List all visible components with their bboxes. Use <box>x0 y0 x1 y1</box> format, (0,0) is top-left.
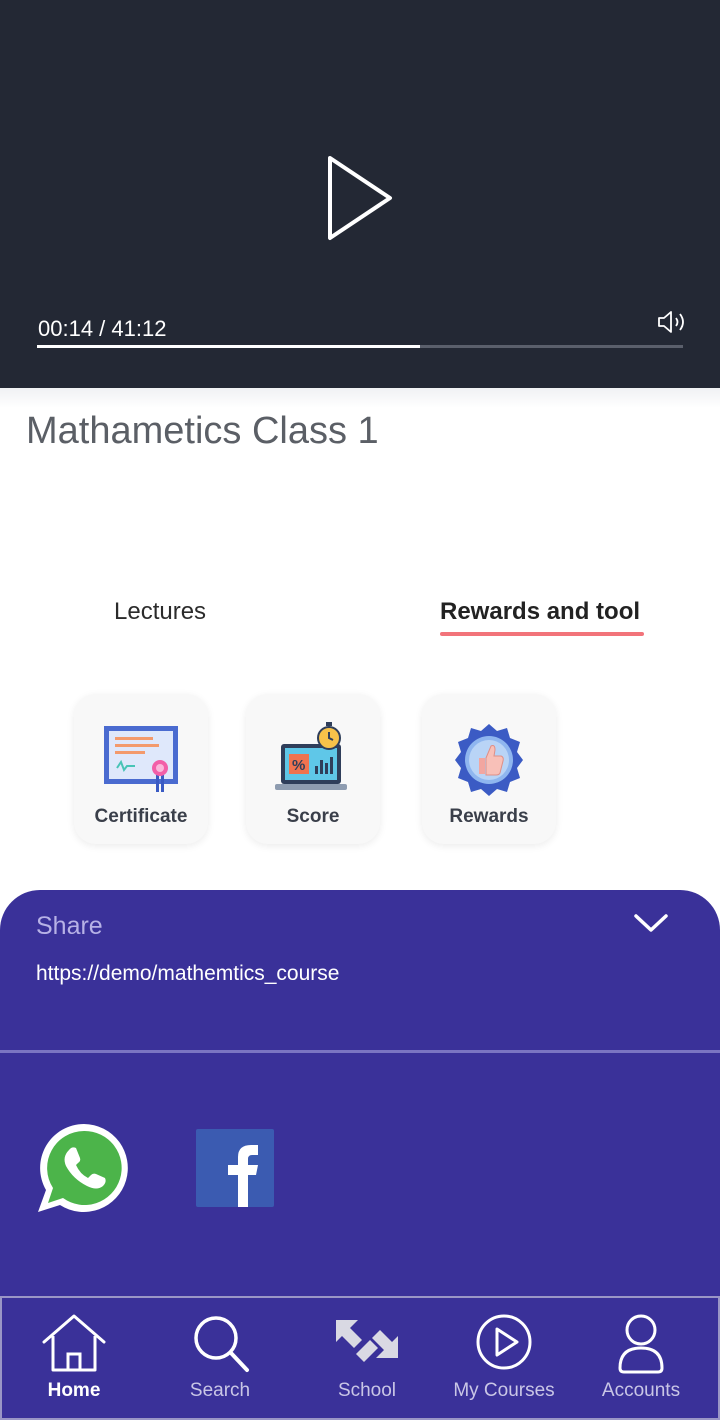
nav-home-label: Home <box>47 1380 101 1401</box>
nav-school-label: School <box>337 1380 397 1401</box>
nav-school[interactable]: School <box>297 1298 437 1418</box>
home-icon <box>42 1314 106 1372</box>
bottom-navigation: Home Search School My Courses Accounts <box>0 1296 720 1420</box>
nav-accounts-label: Accounts <box>601 1380 681 1401</box>
certificate-label: Certificate <box>94 806 188 827</box>
search-icon <box>194 1316 249 1372</box>
nav-search-label: Search <box>189 1380 251 1401</box>
school-icon <box>336 1320 398 1362</box>
certificate-icon <box>104 726 178 792</box>
share-divider <box>0 1050 720 1053</box>
chevron-down-icon[interactable] <box>632 910 670 936</box>
tab-rewards-and-tool[interactable]: Rewards and tool <box>440 598 640 626</box>
tab-lectures[interactable]: Lectures <box>114 598 206 626</box>
player-shadow <box>0 388 720 408</box>
progress-fill <box>37 345 421 348</box>
rewards-badge-icon <box>455 724 523 796</box>
score-label: Score <box>286 806 340 827</box>
active-tab-indicator <box>440 632 644 636</box>
share-panel: Share https://demo/mathemtics_course <box>0 890 720 1300</box>
volume-icon[interactable] <box>656 308 688 336</box>
whatsapp-icon[interactable] <box>36 1120 132 1216</box>
progress-bar[interactable] <box>37 345 683 348</box>
certificate-card[interactable]: Certificate <box>74 694 208 844</box>
nav-my-courses[interactable]: My Courses <box>434 1298 574 1418</box>
nav-home[interactable]: Home <box>4 1298 144 1418</box>
time-display: 00:14 / 41:12 <box>38 316 167 341</box>
play-icon[interactable] <box>320 150 400 246</box>
svg-text:%: % <box>292 757 305 774</box>
course-title: Mathametics Class 1 <box>26 410 379 452</box>
user-icon <box>618 1314 664 1374</box>
nav-my-courses-label: My Courses <box>453 1380 555 1401</box>
facebook-icon[interactable] <box>196 1129 274 1207</box>
score-card[interactable]: % Score <box>246 694 380 844</box>
share-url[interactable]: https://demo/mathemtics_course <box>36 962 339 986</box>
video-player[interactable]: 00:14 / 41:12 <box>0 0 720 388</box>
nav-accounts[interactable]: Accounts <box>571 1298 711 1418</box>
nav-search[interactable]: Search <box>150 1298 290 1418</box>
score-icon: % <box>275 722 347 790</box>
rewards-card[interactable]: Rewards <box>422 694 556 844</box>
play-circle-icon <box>476 1314 532 1370</box>
rewards-label: Rewards <box>449 806 529 827</box>
share-title: Share <box>36 912 103 940</box>
